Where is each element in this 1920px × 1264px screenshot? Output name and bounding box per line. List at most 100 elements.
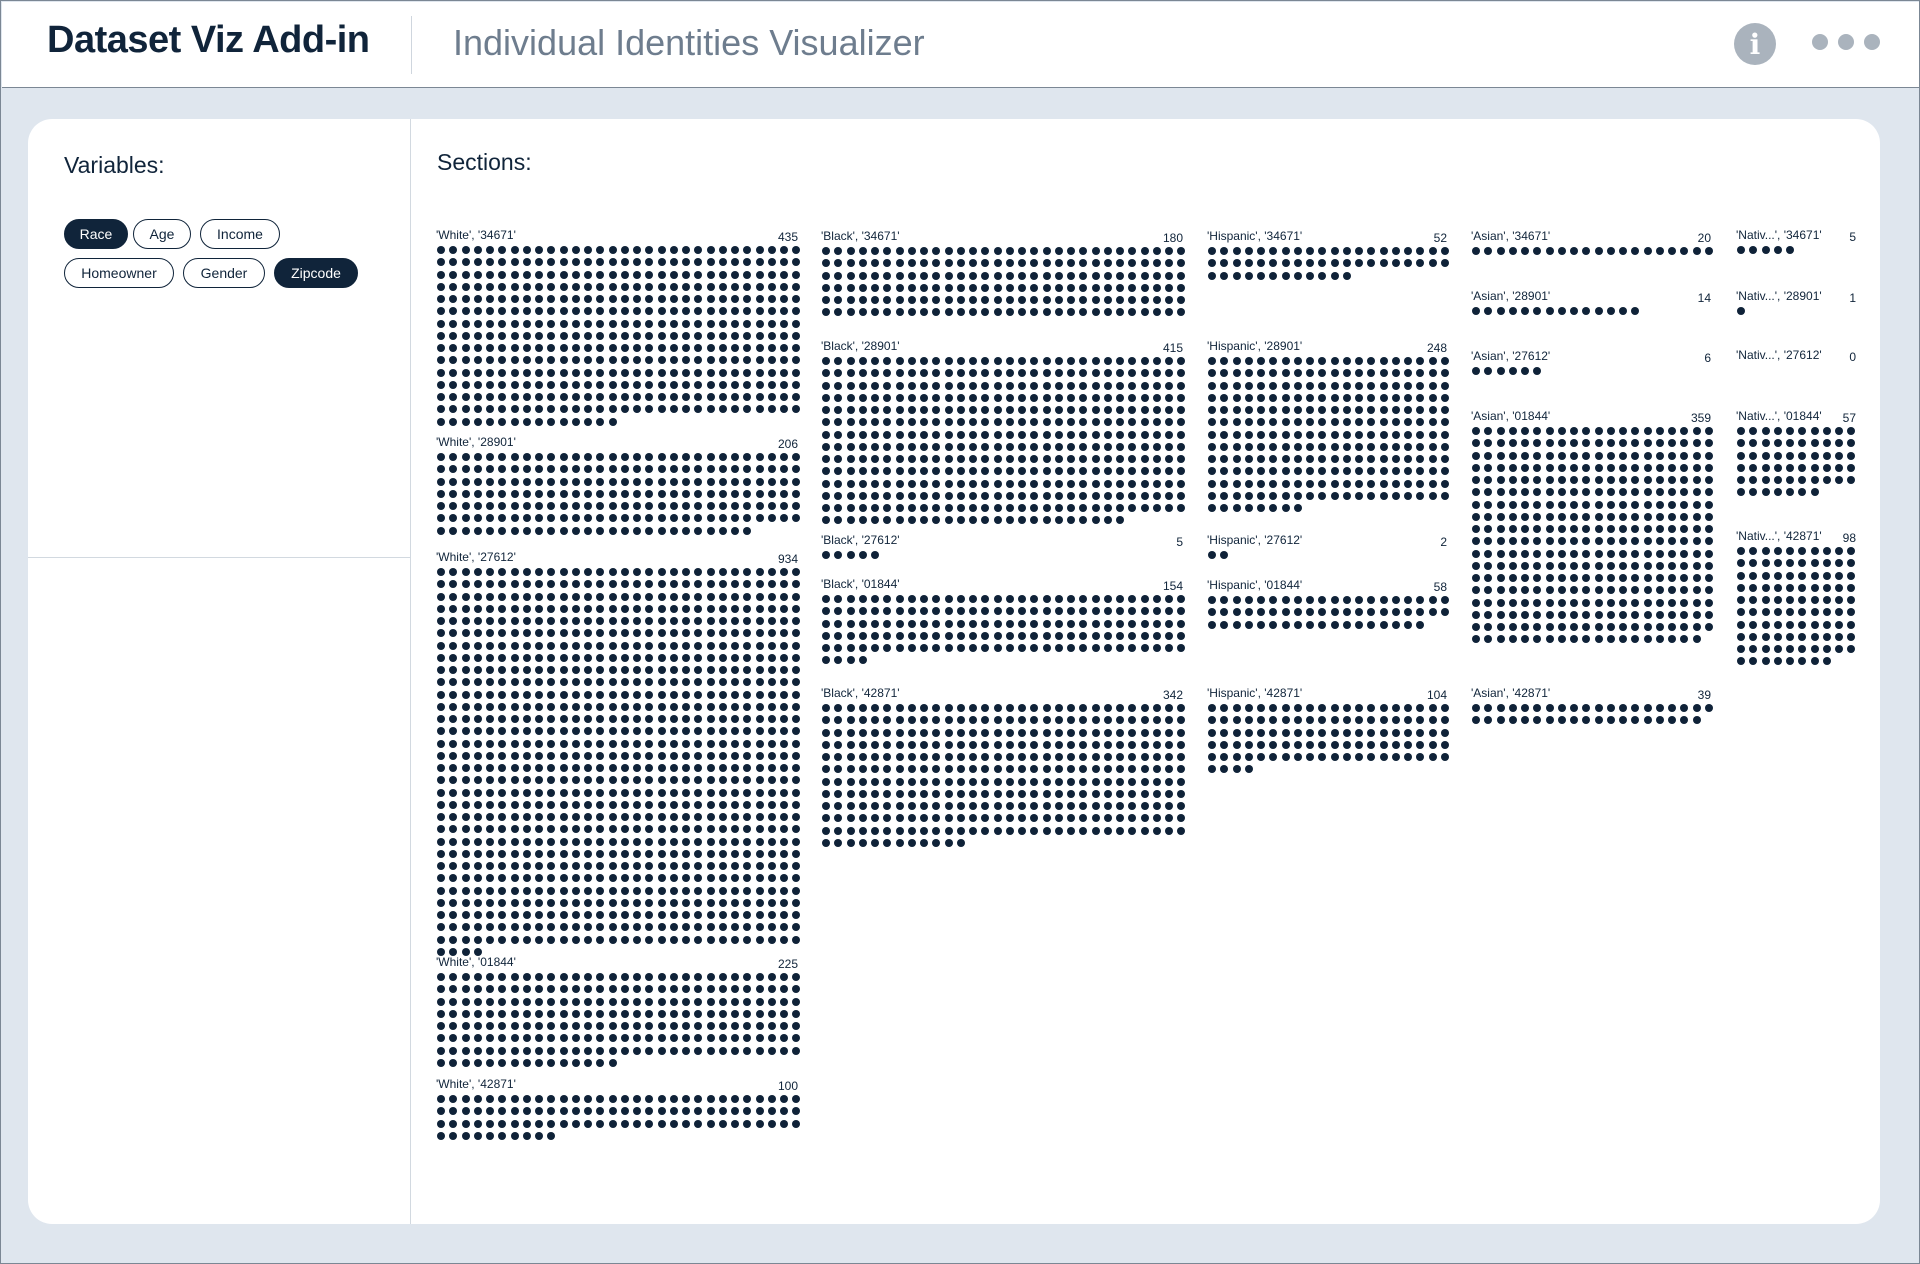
person-dot xyxy=(1005,516,1014,525)
chip-age[interactable]: Age xyxy=(133,219,191,249)
person-dot xyxy=(584,1119,592,1128)
person-dot xyxy=(767,862,776,870)
person-dot xyxy=(694,282,703,291)
person-dot xyxy=(846,595,855,603)
person-dot xyxy=(718,1009,727,1018)
person-dot xyxy=(1594,512,1603,521)
person-dot xyxy=(1054,491,1063,500)
person-dot xyxy=(449,715,458,723)
chip-homeowner[interactable]: Homeowner xyxy=(64,258,174,288)
person-dot xyxy=(1582,549,1591,558)
person-dot xyxy=(1391,369,1400,378)
person-dot xyxy=(1067,308,1075,317)
person-dot xyxy=(1005,442,1014,451)
person-dot xyxy=(669,1119,678,1128)
person-dot xyxy=(559,751,568,760)
person-dot xyxy=(1545,500,1554,509)
person-dot xyxy=(571,727,580,736)
person-dot xyxy=(449,489,458,498)
person-dot xyxy=(1165,418,1173,427)
person-dot xyxy=(920,308,928,317)
chip-race[interactable]: Race xyxy=(64,219,128,249)
person-dot xyxy=(780,666,788,674)
person-dot xyxy=(1116,619,1124,628)
person-dot xyxy=(1281,247,1290,255)
person-dot xyxy=(780,678,788,687)
person-dot xyxy=(792,307,801,316)
person-dot xyxy=(755,923,764,932)
person-dot xyxy=(767,1119,776,1128)
person-dot xyxy=(792,1095,801,1103)
person-dot xyxy=(449,923,458,932)
person-dot xyxy=(522,604,531,613)
person-dot xyxy=(1582,463,1591,472)
person-dot xyxy=(1067,595,1075,603)
person-dot xyxy=(834,644,843,652)
more-horizontal-icon[interactable] xyxy=(1812,33,1880,51)
person-dot xyxy=(559,973,568,981)
person-dot xyxy=(657,715,666,723)
person-dot xyxy=(883,607,892,616)
person-dot xyxy=(944,418,953,427)
person-dot xyxy=(956,442,965,451)
person-dot xyxy=(1281,406,1290,414)
person-dot xyxy=(1496,574,1505,582)
person-dot xyxy=(1005,393,1014,402)
person-dot xyxy=(767,751,776,760)
person-dot xyxy=(498,862,507,870)
person-dot xyxy=(755,739,764,748)
person-dot xyxy=(669,477,678,486)
person-dot xyxy=(755,715,764,723)
info-icon[interactable]: i xyxy=(1734,23,1776,65)
person-dot xyxy=(1342,369,1351,378)
chip-gender[interactable]: Gender xyxy=(183,258,265,288)
person-dot xyxy=(633,973,641,981)
person-dot xyxy=(743,477,752,486)
person-dot xyxy=(1208,381,1216,390)
person-dot xyxy=(1257,393,1265,402)
person-dot xyxy=(645,270,654,279)
person-dot xyxy=(1582,623,1591,631)
person-dot xyxy=(682,973,690,981)
person-dot xyxy=(1428,406,1437,414)
section-label: 'White', '27612' xyxy=(436,550,516,564)
person-dot xyxy=(461,727,470,736)
person-dot xyxy=(1761,246,1770,254)
person-dot xyxy=(1244,418,1253,427)
person-dot xyxy=(1018,418,1026,427)
person-dot xyxy=(1177,740,1186,749)
person-dot xyxy=(780,935,788,944)
person-dot xyxy=(1692,716,1701,725)
person-dot xyxy=(883,802,892,810)
person-dot xyxy=(743,702,752,711)
person-dot xyxy=(1306,455,1314,463)
person-dot xyxy=(1091,430,1100,439)
person-dot xyxy=(571,751,580,760)
person-dot xyxy=(1835,559,1843,568)
person-dot xyxy=(1680,525,1689,533)
person-dot xyxy=(669,592,678,601)
person-dot xyxy=(645,592,654,601)
person-dot xyxy=(547,923,556,932)
person-dot xyxy=(1281,753,1290,761)
person-dot xyxy=(1208,765,1216,774)
person-dot xyxy=(498,1058,507,1067)
chip-income[interactable]: Income xyxy=(200,219,280,249)
person-dot xyxy=(956,357,965,365)
person-dot xyxy=(522,715,531,723)
person-dot xyxy=(767,923,776,932)
person-dot xyxy=(571,1095,580,1103)
person-dot xyxy=(981,406,990,414)
person-dot xyxy=(731,393,739,401)
person-dot xyxy=(510,1095,519,1103)
person-dot xyxy=(571,1009,580,1018)
person-dot xyxy=(846,777,855,786)
person-dot xyxy=(1152,777,1161,786)
person-dot xyxy=(584,788,592,797)
person-dot xyxy=(1208,504,1216,512)
chip-zipcode[interactable]: Zipcode xyxy=(274,258,358,288)
person-dot xyxy=(834,369,843,378)
person-dot xyxy=(1306,716,1314,725)
person-dot xyxy=(1054,455,1063,463)
person-dot xyxy=(669,886,678,895)
